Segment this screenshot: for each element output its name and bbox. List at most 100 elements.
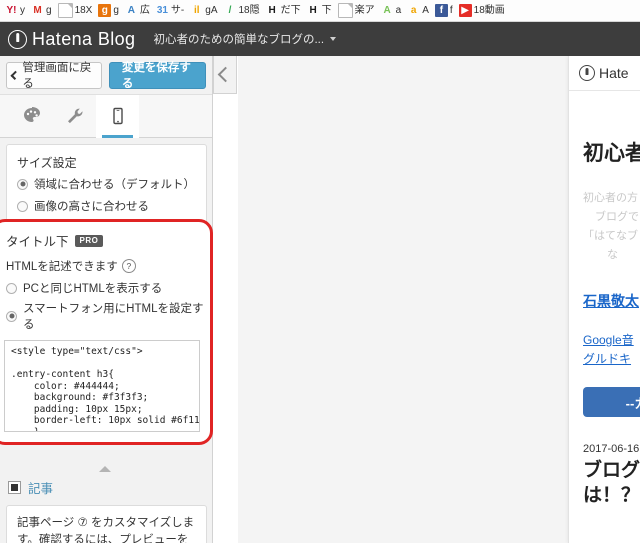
goo-icon: g: [98, 4, 112, 17]
preview-desc-line-2: ブログで: [595, 211, 639, 223]
bookmark-label: f: [449, 4, 453, 16]
bookmark-item[interactable]: il gA: [187, 1, 220, 21]
preview-blog-description: 初心者の方 ブログで 「はてなブ き方」「音 な: [583, 189, 640, 265]
tab-design[interactable]: [10, 95, 53, 138]
articles-card: 記事 記事ページ ⑦ をカスタマイズします。確認するには、プレビューを切り替えて…: [6, 474, 207, 543]
gmail-icon: M: [33, 4, 42, 16]
bookmark-item[interactable]: 31 サ-: [153, 1, 187, 21]
preview-category-label: --カテ: [625, 395, 640, 411]
preview-link-list: Google音 グルドキ: [583, 331, 640, 369]
preview-link-1[interactable]: Google音: [583, 331, 640, 350]
bookmark-label: 下: [321, 4, 332, 16]
bookmark-item[interactable]: Aa: [378, 1, 405, 21]
size-option-fit-area-label: 領域に合わせる（デフォルト）: [34, 179, 195, 191]
youtube-icon: ▶: [458, 4, 472, 17]
articles-description: 記事ページ ⑦ をカスタマイズします。確認するには、プレビューを切り替えてくださ…: [17, 517, 195, 543]
scroll-up-indicator[interactable]: [99, 466, 111, 474]
bookmark-item[interactable]: gg: [95, 1, 122, 21]
tab-mobile[interactable]: [96, 94, 139, 138]
bookmark-item[interactable]: H だ下: [263, 1, 304, 21]
bookmark-item[interactable]: / 18隠: [221, 1, 263, 21]
blog-name-selector[interactable]: 初心者のための簡単なブログの...: [153, 31, 337, 47]
articles-title: 記事: [28, 482, 54, 496]
html-option-smartphone-label: スマートフォン用にHTMLを設定する: [23, 303, 204, 331]
bookmark-label: サ-: [170, 4, 185, 16]
bookmark-item[interactable]: Mg: [28, 1, 55, 21]
html-option-same-as-pc[interactable]: PCと同じHTMLを表示する: [0, 278, 210, 298]
back-to-admin-button[interactable]: 管理画面に戻る: [6, 61, 102, 90]
preview-author-link[interactable]: 石黒敬太: [583, 291, 640, 311]
html-code-textarea[interactable]: <style type="text/css"> .entry-content h…: [4, 340, 200, 432]
hatena-icon: H: [268, 4, 276, 16]
sidebar-tab-strip: [0, 94, 212, 138]
blog-preview-frame: Hate 初心者 初心者の方 ブログで 「はてなブ き方」「音 な 石黒敬太 G…: [568, 56, 640, 543]
preview-logo-text: Hate: [599, 65, 629, 81]
bookmark-item[interactable]: Y! y: [2, 1, 28, 21]
html-option-same-as-pc-label: PCと同じHTMLを表示する: [23, 283, 163, 295]
preview-entry-title[interactable]: ブログカ は！？: [583, 458, 640, 508]
hatena-mark-icon: [8, 29, 27, 49]
title-below-subtitle: HTMLを記述できます ?: [0, 256, 210, 278]
chart-icon: il: [193, 4, 200, 16]
article-block-icon: [8, 481, 21, 494]
bookmark-item[interactable]: 18X: [55, 1, 96, 21]
bookmark-label: 18隠: [238, 4, 260, 16]
size-settings-title: サイズ設定: [17, 156, 77, 170]
bookmark-item[interactable]: ff: [432, 1, 456, 21]
tab-settings[interactable]: [53, 95, 96, 138]
title-below-header: タイトル下 PRO: [0, 230, 210, 256]
hatena-icon: H: [309, 4, 317, 16]
preview-desc-line-3: 「はてなブ: [583, 230, 638, 242]
bookmark-label: 18X: [74, 4, 93, 16]
preview-blog-title: 初心者: [583, 142, 640, 165]
html-option-smartphone[interactable]: スマートフォン用にHTMLを設定する: [0, 298, 210, 334]
radio-same-as-pc-icon: [6, 282, 17, 294]
bookmark-item[interactable]: 楽ア: [335, 1, 378, 21]
size-option-fit-image-label: 画像の高さに合わせる: [34, 201, 149, 213]
preview-desc-line-5: な: [607, 249, 618, 261]
title-below-subtitle-label: HTMLを記述できます: [6, 261, 118, 273]
preview-desc-line-1: 初心者の方: [583, 192, 638, 204]
bookmark-item[interactable]: ▶ 18動画: [456, 1, 508, 21]
bookmark-label: y: [20, 4, 25, 16]
hatena-mark-icon: [579, 65, 595, 81]
preview-link-2[interactable]: グルドキ: [583, 350, 640, 369]
preview-category-button[interactable]: --カテ: [583, 387, 640, 417]
amazon-icon: a: [410, 4, 417, 16]
calendar-icon: 31: [156, 4, 168, 16]
bookmark-item[interactable]: aA: [404, 1, 432, 21]
size-option-fit-area[interactable]: 領域に合わせる（デフォルト）: [7, 173, 206, 195]
hatena-logo[interactable]: Hatena Blog: [8, 29, 135, 50]
help-icon[interactable]: ?: [121, 259, 136, 273]
android-icon: A: [383, 4, 391, 16]
browser-bookmark-bar: Y! y Mg 18X g g A 広 31 サ-il gA/18隠 H だ下 H 下楽ア Aa a Af f ▶ 18…: [0, 0, 640, 22]
radio-fit-image-icon: [17, 200, 28, 212]
bookmark-label: 楽ア: [354, 4, 375, 16]
page-icon: [57, 3, 73, 18]
articles-header: 記事: [6, 474, 207, 505]
palette-icon: [23, 107, 40, 122]
save-changes-button[interactable]: 変更を保存する: [108, 61, 206, 90]
chevron-down-icon: [330, 37, 337, 41]
slash-icon: /: [228, 4, 232, 16]
preview-entry-date: 2017-06-16: [583, 443, 640, 455]
page-icon: [337, 3, 353, 18]
bookmark-label: A: [422, 4, 429, 16]
bookmark-item[interactable]: A広: [122, 1, 153, 21]
save-changes-label: 変更を保存する: [121, 62, 191, 90]
wrench-icon: [67, 108, 83, 124]
bookmark-label: だ下: [280, 4, 301, 16]
bookmark-label: a: [395, 4, 402, 16]
radio-smartphone-icon: [6, 310, 17, 322]
analytics-icon: A: [127, 4, 136, 16]
sidebar-toolbar: 管理画面に戻る 変更を保存する: [0, 56, 212, 94]
yahoo-icon: Y!: [6, 4, 17, 16]
blog-name-label: 初心者のための簡単なブログの...: [153, 34, 325, 46]
collapse-panel-button[interactable]: [213, 56, 237, 94]
chevron-left-icon: [217, 66, 233, 83]
preview-entry-title-line-1: ブログカ: [583, 460, 640, 481]
chevron-left-icon: [10, 70, 20, 80]
facebook-icon: f: [434, 4, 448, 17]
bookmark-label: g: [46, 4, 52, 16]
bookmark-item[interactable]: H下: [304, 1, 335, 21]
